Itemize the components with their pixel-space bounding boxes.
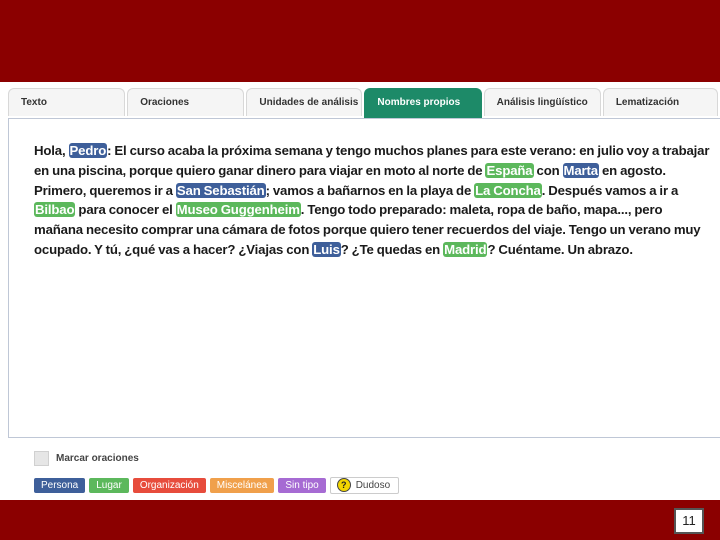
legend-lugar[interactable]: Lugar	[89, 477, 129, 493]
legend-sin-tipo[interactable]: Sin tipo	[278, 477, 326, 493]
entity-persona[interactable]: Luis	[312, 241, 341, 257]
text-segment: ? ¿Te quedas en	[340, 241, 444, 257]
text-segment: con	[533, 162, 563, 178]
mark-sentences-label: Marcar oraciones	[56, 452, 139, 464]
text-segment: ; vamos a bañarnos en la playa de	[265, 182, 475, 198]
tab-analisis-linguistico[interactable]: Análisis lingüístico	[483, 88, 601, 116]
entity-persona[interactable]: Marta	[562, 162, 599, 178]
text-segment: . Después vamos a ir a	[541, 182, 679, 198]
legend-persona[interactable]: Persona	[34, 477, 86, 493]
question-icon: ?	[336, 478, 351, 492]
entity-lugar[interactable]: La Concha	[474, 182, 542, 198]
entity-persona[interactable]: Pedro	[68, 143, 108, 158]
text-segment: para conocer el	[75, 202, 176, 218]
legend-dudoso-label: Dudoso	[355, 479, 391, 491]
tab-lematizacion[interactable]: Lematización	[602, 88, 719, 116]
tab-unidades-de-analisis[interactable]: Unidades de análisis	[246, 88, 363, 116]
annotated-text: Hola, Pedro: El curso acaba la próxima s…	[34, 141, 710, 260]
mark-sentences-checkbox[interactable]	[34, 450, 49, 466]
text-segment: ? Cuéntame. Un abrazo.	[487, 241, 633, 257]
tab-texto[interactable]: Texto	[8, 88, 126, 116]
page-number: 11	[674, 508, 704, 534]
entity-persona[interactable]: San Sebastián	[175, 182, 266, 198]
legend-miscelanea[interactable]: Miscelánea	[209, 477, 275, 493]
entity-lugar[interactable]: Museo Guggenheim	[175, 202, 301, 218]
tab-oraciones[interactable]: Oraciones	[127, 88, 245, 116]
entity-legend: Persona Lugar Organización Miscelánea Si…	[34, 476, 400, 494]
entity-lugar[interactable]: España	[485, 162, 534, 178]
text-segment: Hola,	[34, 143, 69, 158]
entity-lugar[interactable]: Madrid	[443, 241, 488, 257]
tab-nombres-propios[interactable]: Nombres propios	[364, 88, 482, 118]
tab-bar: Texto Oraciones Unidades de análisis Nom…	[8, 88, 720, 118]
mark-sentences-row[interactable]: Marcar oraciones	[34, 450, 139, 466]
legend-organizacion[interactable]: Organización	[132, 477, 206, 493]
legend-dudoso[interactable]: ? Dudoso	[329, 476, 400, 494]
entity-lugar[interactable]: Bilbao	[34, 202, 76, 218]
